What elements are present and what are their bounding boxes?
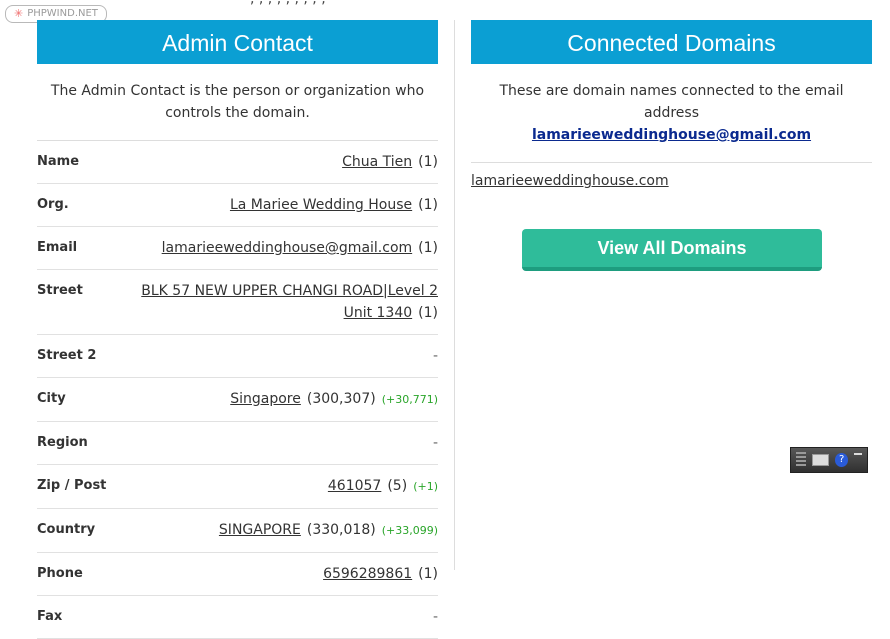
record-count: (1) <box>418 154 438 170</box>
contact-key: Country <box>37 522 96 537</box>
contact-value-cell: - <box>132 422 438 465</box>
empty-value: - <box>432 609 438 625</box>
contact-row: Country SINGAPORE (330,018) (+33,099) <box>37 509 438 553</box>
record-count: (1) <box>418 566 438 582</box>
contact-key: Region <box>37 435 88 450</box>
domain-list: lamarieeweddinghouse.com <box>471 163 872 199</box>
connected-email-link[interactable]: lamarieeweddinghouse@gmail.com <box>532 127 811 143</box>
keyboard-icon[interactable] <box>811 454 829 466</box>
contact-key: Fax <box>37 609 63 624</box>
contact-row: Street 2 - <box>37 335 438 378</box>
record-count: (1) <box>418 305 438 321</box>
contact-key: Email <box>37 240 78 255</box>
contact-value-cell: 6596289861 (1) <box>132 553 438 596</box>
contact-value-cell: La Mariee Wedding House (1) <box>132 184 438 227</box>
empty-value: - <box>432 348 438 364</box>
contact-value-cell: - <box>132 335 438 378</box>
connected-domains-description: These are domain names connected to the … <box>471 64 872 163</box>
admin-contact-description: The Admin Contact is the person or organ… <box>37 64 438 141</box>
connected-domains-text: These are domain names connected to the … <box>499 83 844 121</box>
contact-value-cell: lamarieeweddinghouse@gmail.com (1) <box>132 227 438 270</box>
contact-row: City Singapore (300,307) (+30,771) <box>37 378 438 422</box>
contact-value-cell: - <box>132 596 438 639</box>
view-all-domains-button[interactable]: View All Domains <box>522 229 822 271</box>
admin-contact-title: Admin Contact <box>37 20 438 64</box>
contact-value-cell: SINGAPORE (330,018) (+33,099) <box>132 509 438 553</box>
menu-icon[interactable] <box>854 453 862 467</box>
contact-key: Street 2 <box>37 348 97 363</box>
contact-value-link[interactable]: lamarieeweddinghouse@gmail.com <box>162 240 413 256</box>
contact-row: Region - <box>37 422 438 465</box>
record-count: (300,307) <box>306 391 376 407</box>
count-delta: (+1) <box>413 480 438 493</box>
contact-key: Street <box>37 283 83 298</box>
contact-value-cell: Chua Tien (1) <box>132 141 438 184</box>
connected-domains-panel: Connected Domains These are domain names… <box>471 20 872 271</box>
contact-key: Org. <box>37 197 69 212</box>
connected-domains-title: Connected Domains <box>471 20 872 64</box>
contact-value-link[interactable]: SINGAPORE <box>219 522 301 538</box>
contact-key: Name <box>37 154 80 169</box>
column-divider <box>454 20 455 570</box>
empty-value: - <box>432 435 438 451</box>
contact-row: Phone 6596289861 (1) <box>37 553 438 596</box>
record-count: (330,018) <box>306 522 376 538</box>
contact-row: Zip / Post 461057 (5) (+1) <box>37 465 438 509</box>
record-count: (1) <box>418 197 438 213</box>
contact-value-link[interactable]: 6596289861 <box>323 566 412 582</box>
record-count: (5) <box>387 478 408 494</box>
star-icon: ✳ <box>14 7 24 20</box>
contact-value-cell: Singapore (300,307) (+30,771) <box>132 378 438 422</box>
contact-key: City <box>37 391 66 406</box>
contact-row: Email lamarieeweddinghouse@gmail.com (1) <box>37 227 438 270</box>
contact-value-link[interactable]: Singapore <box>230 391 301 407</box>
top-cut-text: , , , , , , , , , <box>250 0 326 7</box>
admin-contact-panel: Admin Contact The Admin Contact is the p… <box>37 20 438 639</box>
contact-row: Name Chua Tien (1) <box>37 141 438 184</box>
domain-link[interactable]: lamarieeweddinghouse.com <box>471 173 669 189</box>
admin-contact-table: Name Chua Tien (1) Org. La Mariee Wedding Ho… <box>37 141 438 639</box>
record-count: (1) <box>418 240 438 256</box>
contact-value-link[interactable]: 461057 <box>328 478 381 494</box>
count-delta: (+33,099) <box>381 524 438 537</box>
contact-value-link[interactable]: Chua Tien <box>342 154 412 170</box>
domain-row: lamarieeweddinghouse.com <box>471 163 872 199</box>
contact-key: Phone <box>37 566 83 581</box>
contact-value-link[interactable]: BLK 57 NEW UPPER CHANGI ROAD|Level 2 Uni… <box>141 283 438 321</box>
contact-row: Street BLK 57 NEW UPPER CHANGI ROAD|Level… <box>37 270 438 335</box>
help-icon[interactable]: ? <box>834 453 849 467</box>
contact-value-link[interactable]: La Mariee Wedding House <box>230 197 412 213</box>
contact-row: Fax - <box>37 596 438 639</box>
contact-row: Org. La Mariee Wedding House (1) <box>37 184 438 227</box>
count-delta: (+30,771) <box>381 393 438 406</box>
contact-value-cell: BLK 57 NEW UPPER CHANGI ROAD|Level 2 Uni… <box>132 270 438 335</box>
contact-value-cell: 461057 (5) (+1) <box>132 465 438 509</box>
drag-handle-icon[interactable] <box>796 452 806 468</box>
contact-key: Zip / Post <box>37 478 107 493</box>
keyboard-toolbar: ? <box>790 447 868 473</box>
